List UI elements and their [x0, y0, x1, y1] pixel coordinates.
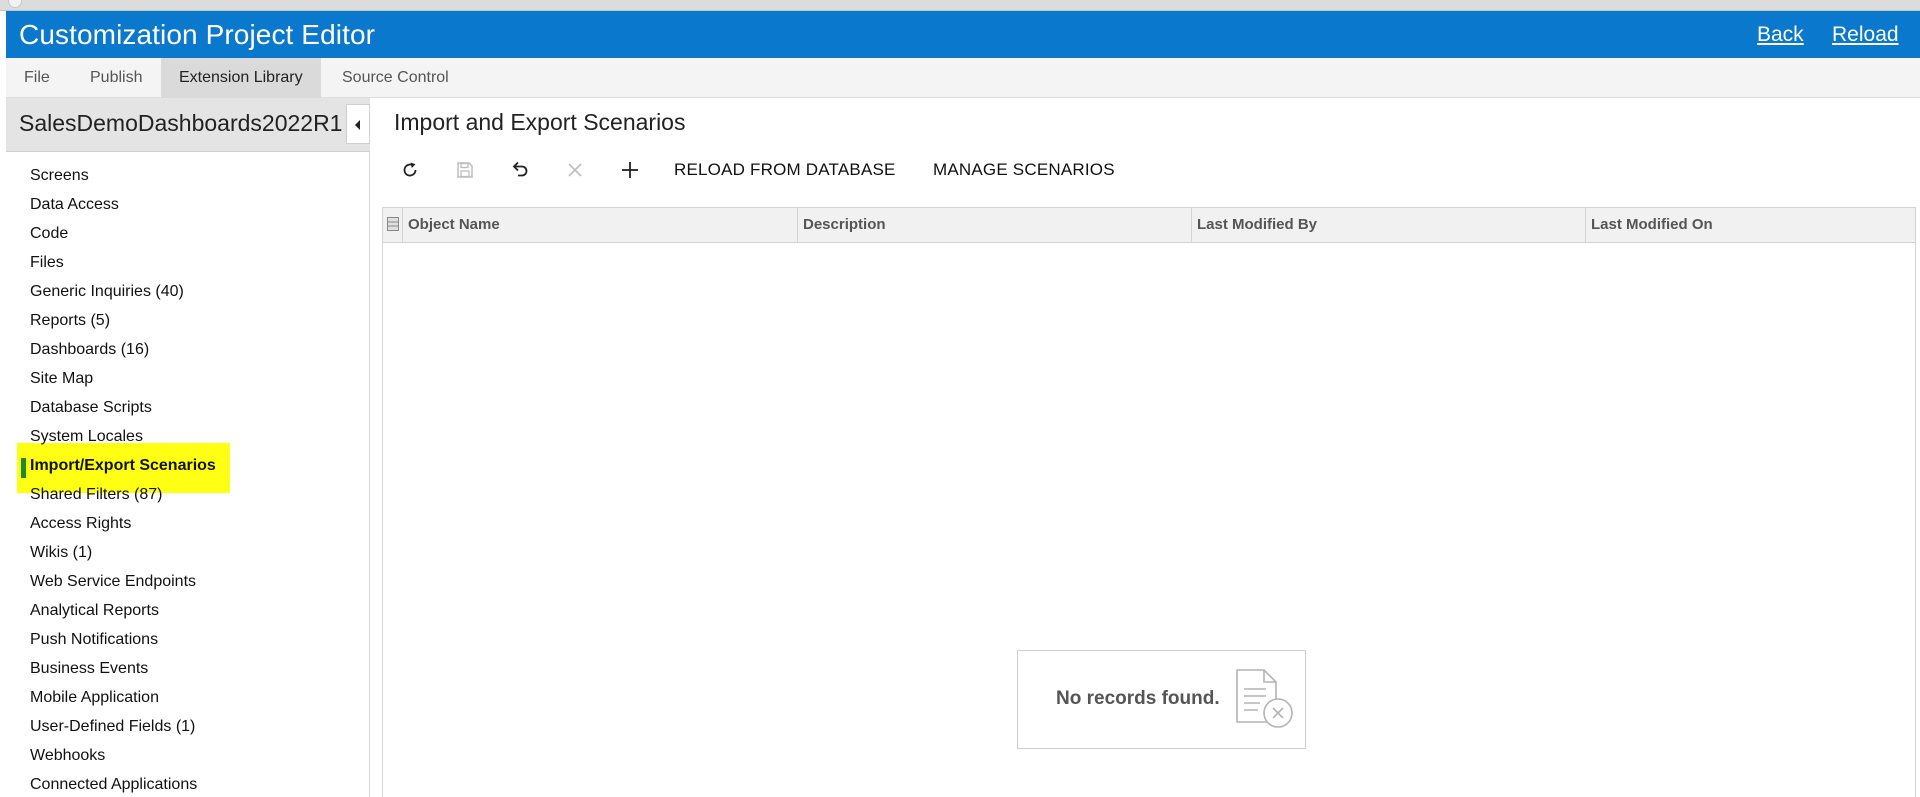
grid-column-selector[interactable] [383, 208, 403, 242]
no-records-document-icon [1236, 669, 1293, 728]
sidebar-item-user-defined-fields[interactable]: User-Defined Fields (1) [30, 716, 195, 738]
sidebar-item-wikis[interactable]: Wikis (1) [30, 542, 92, 564]
sidebar-item-screens[interactable]: Screens [30, 165, 89, 187]
refresh-icon [403, 162, 417, 177]
column-header-last-modified-on[interactable]: Last Modified On [1586, 208, 1915, 242]
column-header-object-name[interactable]: Object Name [403, 208, 798, 242]
project-name-bar: SalesDemoDashboards2022R1 [6, 98, 370, 152]
sidebar-item-files[interactable]: Files [30, 252, 64, 274]
page-title: Import and Export Scenarios [394, 109, 686, 135]
sidebar-item-code[interactable]: Code [30, 223, 68, 245]
sidebar-item-connected-applications[interactable]: Connected Applications [30, 774, 197, 796]
project-sidebar: SalesDemoDashboards2022R1 Screens Data A… [6, 98, 370, 797]
sidebar-item-system-locales[interactable]: System Locales [30, 426, 143, 448]
sidebar-item-shared-filters[interactable]: Shared Filters (87) [30, 484, 163, 506]
browser-top-strip [0, 0, 1920, 11]
sidebar-item-business-events[interactable]: Business Events [30, 658, 148, 680]
delete-icon [568, 163, 582, 177]
sidebar-item-push-notifications[interactable]: Push Notifications [30, 629, 158, 651]
caret-left-icon [355, 120, 360, 130]
sidebar-item-webhooks[interactable]: Webhooks [30, 745, 105, 767]
app-title: Customization Project Editor [19, 19, 376, 50]
menu-item-file[interactable]: File [6, 58, 68, 98]
menu-item-publish[interactable]: Publish [72, 58, 160, 98]
empty-state: No records found. [1017, 650, 1306, 749]
sidebar-item-web-service-endpoints[interactable]: Web Service Endpoints [30, 571, 196, 593]
sidebar-item-data-access[interactable]: Data Access [30, 194, 119, 216]
collapse-sidebar-button[interactable] [346, 104, 370, 144]
sidebar-item-import-export-scenarios[interactable]: Import/Export Scenarios [30, 455, 216, 477]
browser-button-icon [8, 0, 22, 8]
add-icon [622, 162, 638, 178]
sidebar-item-analytical-reports[interactable]: Analytical Reports [30, 600, 159, 622]
main-content: Import and Export Scenarios RELOAD FROM [370, 98, 1920, 797]
empty-message: No records found. [1056, 688, 1220, 709]
undo-button[interactable] [500, 150, 540, 190]
menu-item-source-control[interactable]: Source Control [324, 58, 467, 98]
manage-scenarios-button[interactable]: MANAGE SCENARIOS [933, 150, 1115, 190]
reload-from-database-button[interactable]: RELOAD FROM DATABASE [674, 150, 896, 190]
sidebar-item-database-scripts[interactable]: Database Scripts [30, 397, 152, 419]
selected-item-marker [21, 458, 26, 478]
sidebar-item-mobile-application[interactable]: Mobile Application [30, 687, 159, 709]
menu-bar: File Publish Extension Library Source Co… [6, 58, 1920, 98]
sidebar-item-generic-inquiries[interactable]: Generic Inquiries (40) [30, 281, 184, 303]
column-header-description[interactable]: Description [798, 208, 1192, 242]
delete-button[interactable] [555, 150, 595, 190]
sidebar-item-dashboards[interactable]: Dashboards (16) [30, 339, 149, 361]
back-link[interactable]: Back [1757, 23, 1804, 47]
undo-icon [512, 161, 528, 177]
save-icon [457, 162, 473, 178]
sidebar-item-reports[interactable]: Reports (5) [30, 310, 110, 332]
app-header: Customization Project Editor Back Reload [6, 11, 1920, 58]
scenarios-grid: Object Name Description Last Modified By… [382, 207, 1916, 797]
reload-link[interactable]: Reload [1832, 23, 1899, 47]
project-name: SalesDemoDashboards2022R1 [19, 110, 343, 136]
grid-header: Object Name Description Last Modified By… [383, 208, 1915, 243]
refresh-button[interactable] [390, 150, 430, 190]
save-button[interactable] [445, 150, 485, 190]
add-button[interactable] [610, 150, 650, 190]
columns-icon [387, 217, 399, 231]
sidebar-item-site-map[interactable]: Site Map [30, 368, 93, 390]
column-header-last-modified-by[interactable]: Last Modified By [1192, 208, 1586, 242]
sidebar-item-access-rights[interactable]: Access Rights [30, 513, 131, 535]
menu-item-extension-library[interactable]: Extension Library [161, 58, 321, 98]
